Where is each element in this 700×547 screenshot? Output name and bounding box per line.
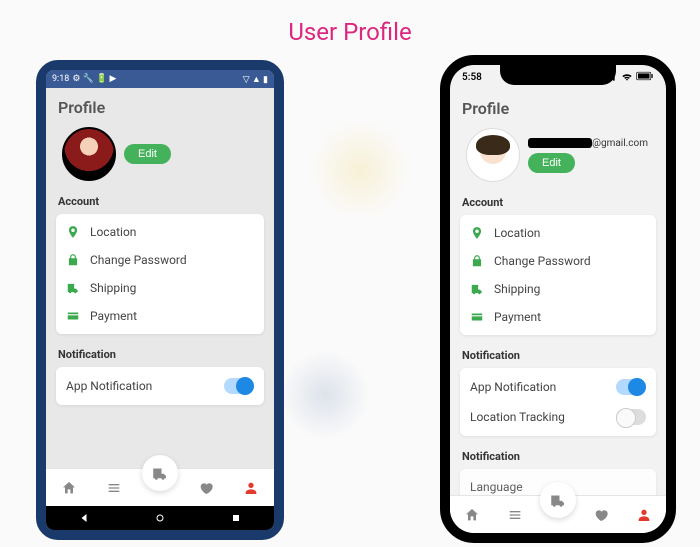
android-device-frame: 9:18 ⚙ 🔧 🔋 ▶ ▽ ▲ ▮ Profile Edit Account … xyxy=(36,60,284,540)
lock-icon xyxy=(66,253,80,267)
row-location-tracking[interactable]: Location Tracking xyxy=(460,402,656,432)
nav-back-icon[interactable] xyxy=(78,512,90,524)
screen-title: Profile xyxy=(56,94,264,127)
email-text: @gmail.com xyxy=(528,138,648,149)
app-content: Profile Edit Account Location Change Pas… xyxy=(46,88,274,468)
row-label: Payment xyxy=(90,309,137,323)
android-screen: 9:18 ⚙ 🔧 🔋 ▶ ▽ ▲ ▮ Profile Edit Account … xyxy=(46,70,274,530)
android-nav-bar xyxy=(46,506,274,530)
row-location[interactable]: Location xyxy=(460,219,656,247)
lock-icon xyxy=(470,254,484,268)
row-location[interactable]: Location xyxy=(56,218,264,246)
tab-center-button[interactable] xyxy=(540,482,576,518)
truck-icon xyxy=(470,282,484,296)
row-label: Location xyxy=(90,225,136,239)
truck-icon xyxy=(66,281,80,295)
pin-icon xyxy=(470,226,484,240)
avatar[interactable] xyxy=(466,128,520,182)
row-payment[interactable]: Payment xyxy=(56,302,264,330)
row-label: Shipping xyxy=(90,281,136,295)
status-debug-icons: ⚙ 🔧 🔋 ▶ xyxy=(72,74,116,84)
profile-header: @gmail.com Edit xyxy=(460,128,656,192)
row-label: Location xyxy=(494,226,540,240)
profile-header: Edit xyxy=(56,127,264,191)
status-time: 5:58 xyxy=(462,72,482,83)
screen-title: Profile xyxy=(460,95,656,128)
row-label: Language xyxy=(470,480,523,494)
redacted-email-icon xyxy=(528,138,592,148)
row-label: Payment xyxy=(494,310,541,324)
row-label: Shipping xyxy=(494,282,540,296)
row-label: Change Password xyxy=(494,254,591,268)
tab-favorites[interactable] xyxy=(197,479,215,497)
background-decoration xyxy=(310,120,410,220)
toggle-app-notification[interactable] xyxy=(224,378,254,394)
avatar[interactable] xyxy=(62,127,116,181)
tab-profile[interactable] xyxy=(635,506,653,524)
section-label-account: Account xyxy=(460,192,656,215)
card-icon xyxy=(66,309,80,323)
bottom-tabbar xyxy=(450,495,666,533)
bottom-tabbar xyxy=(46,468,274,506)
notification-card: App Notification Location Tracking xyxy=(460,368,656,436)
ios-device-frame: 5:58 Profile @gmail.com Edit Account xyxy=(440,55,676,543)
row-payment[interactable]: Payment xyxy=(460,303,656,331)
section-label-account: Account xyxy=(56,191,264,214)
account-card: Location Change Password Shipping Paymen… xyxy=(56,214,264,334)
toggle-location-tracking[interactable] xyxy=(616,409,646,425)
section-label-notification: Notification xyxy=(56,344,264,367)
row-label: Change Password xyxy=(90,253,187,267)
email-suffix: @gmail.com xyxy=(592,138,648,149)
truck-icon xyxy=(549,491,567,509)
row-label: Location Tracking xyxy=(470,410,565,424)
ios-notch xyxy=(500,63,616,85)
row-app-notification[interactable]: App Notification xyxy=(460,372,656,402)
status-signal-icons: ▽ ▲ ▮ xyxy=(243,74,268,85)
edit-button[interactable]: Edit xyxy=(528,153,575,173)
row-change-password[interactable]: Change Password xyxy=(56,246,264,274)
edit-button[interactable]: Edit xyxy=(124,144,171,164)
tab-home[interactable] xyxy=(60,479,78,497)
section-label-notification-2: Notification xyxy=(460,446,656,469)
status-time: 9:18 xyxy=(52,74,69,84)
ios-screen: 5:58 Profile @gmail.com Edit Account xyxy=(450,65,666,533)
battery-icon xyxy=(636,71,654,81)
android-status-bar: 9:18 ⚙ 🔧 🔋 ▶ ▽ ▲ ▮ xyxy=(46,70,274,88)
truck-icon xyxy=(151,464,169,482)
row-app-notification[interactable]: App Notification xyxy=(56,371,264,401)
row-change-password[interactable]: Change Password xyxy=(460,247,656,275)
card-icon xyxy=(470,310,484,324)
account-card: Location Change Password Shipping Paymen… xyxy=(460,215,656,335)
pin-icon xyxy=(66,225,80,239)
row-label: App Notification xyxy=(66,379,152,393)
tab-list[interactable] xyxy=(105,479,123,497)
notification-card: App Notification xyxy=(56,367,264,405)
nav-home-icon[interactable] xyxy=(154,512,166,524)
tab-home[interactable] xyxy=(463,506,481,524)
row-shipping[interactable]: Shipping xyxy=(56,274,264,302)
wifi-icon xyxy=(620,71,634,81)
app-content: Profile @gmail.com Edit Account Location xyxy=(450,89,666,495)
tab-center-button[interactable] xyxy=(142,455,178,491)
tab-list[interactable] xyxy=(506,506,524,524)
tab-profile[interactable] xyxy=(242,479,260,497)
background-decoration xyxy=(280,350,370,440)
tab-favorites[interactable] xyxy=(592,506,610,524)
row-label: App Notification xyxy=(470,380,556,394)
nav-recent-icon[interactable] xyxy=(230,512,242,524)
row-shipping[interactable]: Shipping xyxy=(460,275,656,303)
page-title: User Profile xyxy=(0,0,700,46)
toggle-app-notification[interactable] xyxy=(616,379,646,395)
section-label-notification: Notification xyxy=(460,345,656,368)
